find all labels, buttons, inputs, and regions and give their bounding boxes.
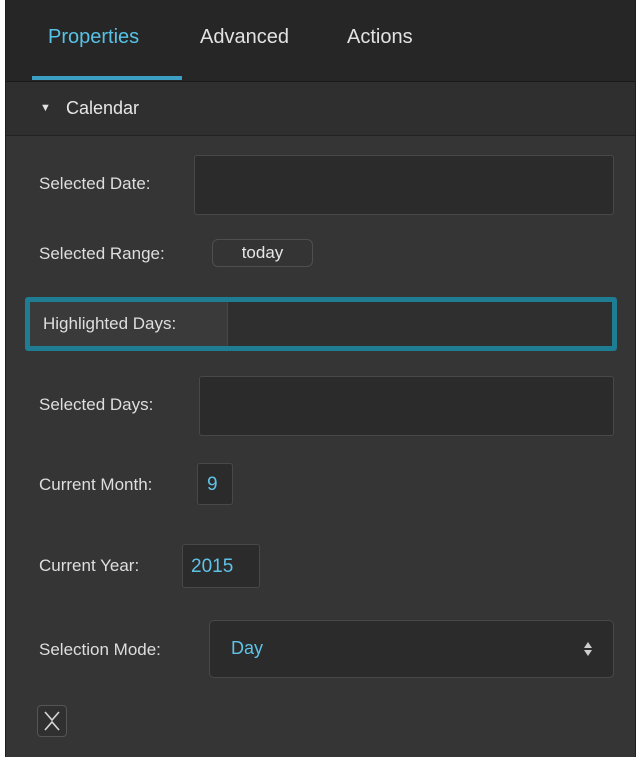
tab-bar: Properties Advanced Actions (6, 0, 635, 82)
selected-range-value[interactable]: today (212, 239, 313, 267)
highlighted-days-label: Highlighted Days: (43, 314, 177, 333)
active-tab-indicator (32, 76, 182, 80)
collapse-button[interactable] (37, 705, 67, 737)
tab-properties[interactable]: Properties (48, 26, 139, 49)
selected-days-label: Selected Days: (39, 395, 154, 414)
properties-panel: Properties Advanced Actions ▼ Calendar S… (5, 0, 636, 757)
selected-date-field[interactable] (194, 155, 614, 215)
current-year-label: Current Year: (39, 556, 140, 575)
current-year-field[interactable]: 2015 (182, 544, 260, 588)
tab-advanced[interactable]: Advanced (200, 26, 289, 49)
current-month-value: 9 (207, 474, 218, 495)
selected-range-label: Selected Range: (39, 244, 165, 263)
up-down-arrows-icon (584, 642, 592, 656)
selection-mode-select[interactable]: Day (209, 620, 614, 678)
selection-mode-label: Selection Mode: (39, 640, 161, 659)
tab-actions[interactable]: Actions (347, 26, 413, 49)
highlighted-days-row: Highlighted Days: (25, 297, 617, 351)
expand-triangle-icon: ▼ (40, 102, 51, 114)
current-month-field[interactable]: 9 (197, 463, 233, 505)
collapse-icon (44, 711, 60, 731)
selection-mode-value: Day (231, 638, 264, 658)
current-year-value: 2015 (191, 556, 234, 577)
calendar-section-header[interactable]: ▼ Calendar (6, 82, 635, 136)
current-month-label: Current Month: (39, 475, 153, 494)
section-title: Calendar (66, 98, 140, 118)
selected-days-field[interactable] (199, 376, 614, 436)
selected-date-label: Selected Date: (39, 174, 151, 193)
highlighted-days-field[interactable] (227, 302, 612, 346)
